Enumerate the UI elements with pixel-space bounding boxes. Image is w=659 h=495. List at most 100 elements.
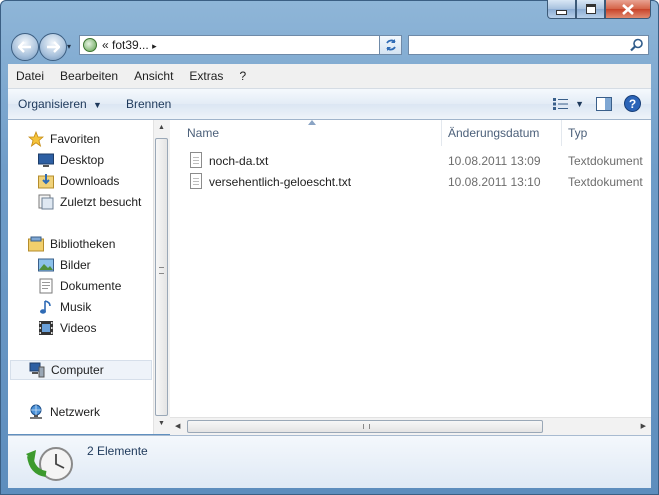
nav-recent[interactable]: Zuletzt besucht xyxy=(38,192,141,212)
back-arrow-icon xyxy=(18,41,31,53)
address-path[interactable]: « fot39... ▸ xyxy=(102,38,157,52)
nav-videos[interactable]: Videos xyxy=(38,318,96,338)
nav-network-label: Netzwerk xyxy=(50,405,101,419)
nav-computer[interactable]: Computer xyxy=(10,360,152,380)
star-icon xyxy=(27,130,45,147)
organize-button[interactable]: Organisieren ▼ xyxy=(8,97,111,111)
computer-icon xyxy=(29,362,45,378)
pictures-icon xyxy=(38,257,54,273)
navigation-pane: Favoriten Desktop Downloads Zuletzt besu… xyxy=(8,120,153,434)
nav-desktop-label: Desktop xyxy=(60,153,105,167)
caption-buttons xyxy=(547,0,651,20)
file-list: Name Änderungsdatum Typ noch-da.txt 10.0… xyxy=(170,120,651,434)
address-crumb[interactable]: fot39... xyxy=(112,38,149,52)
svg-text:?: ? xyxy=(629,97,636,111)
minimize-button[interactable] xyxy=(547,0,576,19)
burn-button[interactable]: Brennen xyxy=(117,97,180,111)
menu-ansicht[interactable]: Ansicht xyxy=(126,69,181,83)
back-button[interactable] xyxy=(11,33,39,61)
nav-libraries-label: Bibliotheken xyxy=(50,237,116,251)
library-icon xyxy=(28,236,44,252)
file-row[interactable]: noch-da.txt 10.08.2011 13:09 Textdokumen… xyxy=(187,151,647,171)
search-input[interactable] xyxy=(412,37,626,55)
file-list-horizontal-scrollbar[interactable]: ◀ ▶ xyxy=(170,417,651,435)
nav-favorites[interactable]: Favoriten xyxy=(27,129,101,149)
column-separator[interactable] xyxy=(561,120,562,146)
column-header-name[interactable]: Name xyxy=(187,120,219,146)
sort-ascending-icon xyxy=(308,120,316,125)
nav-documents[interactable]: Dokumente xyxy=(38,276,121,296)
maximize-button[interactable] xyxy=(576,0,605,19)
search-box[interactable] xyxy=(408,35,649,55)
explorer-window: ▾ « fot39... ▸ ▼ Datei Bearbeiten Ansich… xyxy=(0,0,659,495)
file-name: versehentlich-geloescht.txt xyxy=(209,175,352,189)
forward-arrow-icon xyxy=(47,41,60,53)
horizontal-scroll-thumb[interactable] xyxy=(187,420,543,433)
refresh-button[interactable] xyxy=(379,35,402,55)
column-header-date[interactable]: Änderungsdatum xyxy=(448,120,539,146)
scroll-right-icon[interactable]: ▶ xyxy=(641,422,646,430)
menu-datei[interactable]: Datei xyxy=(8,69,52,83)
nav-music-label: Musik xyxy=(60,300,92,314)
menu-help[interactable]: ? xyxy=(231,69,254,83)
maximize-icon xyxy=(585,4,596,14)
nav-desktop[interactable]: Desktop xyxy=(38,150,104,170)
nav-pictures-label: Bilder xyxy=(60,258,91,272)
menu-bar: Datei Bearbeiten Ansicht Extras ? xyxy=(8,64,651,89)
item-count: 2 Elemente xyxy=(87,444,148,458)
nav-favorites-label: Favoriten xyxy=(50,132,101,146)
scroll-left-icon[interactable]: ◀ xyxy=(175,422,180,430)
nav-videos-label: Videos xyxy=(60,321,97,335)
text-file-icon xyxy=(190,173,202,189)
nav-network[interactable]: Netzwerk xyxy=(28,402,100,422)
forward-button[interactable] xyxy=(39,33,67,61)
view-dropdown-icon[interactable]: ▼ xyxy=(575,99,584,109)
folder-location-icon xyxy=(83,38,97,52)
close-button[interactable] xyxy=(605,0,651,19)
nav-pictures[interactable]: Bilder xyxy=(38,255,91,275)
address-crumb-arrow[interactable]: ▸ xyxy=(152,41,157,51)
search-icon[interactable] xyxy=(630,38,644,52)
file-date: 10.08.2011 13:09 xyxy=(448,154,541,168)
navigation-scroll-thumb[interactable] xyxy=(155,138,168,416)
network-icon xyxy=(28,404,44,420)
nav-documents-label: Dokumente xyxy=(60,279,122,293)
file-type: Textdokument xyxy=(568,154,643,168)
file-row[interactable]: versehentlich-geloescht.txt 10.08.2011 1… xyxy=(187,172,647,192)
nav-computer-label: Computer xyxy=(51,363,104,377)
close-icon xyxy=(622,3,634,15)
nav-recent-label: Zuletzt besucht xyxy=(60,195,142,209)
file-name: noch-da.txt xyxy=(209,154,269,168)
scroll-up-icon[interactable]: ▲ xyxy=(158,124,165,131)
text-file-icon xyxy=(190,152,202,168)
desktop-icon xyxy=(38,152,54,168)
view-controls: ▼ ? xyxy=(553,95,641,112)
nav-downloads[interactable]: Downloads xyxy=(38,171,119,191)
music-icon xyxy=(38,299,54,315)
nav-libraries[interactable]: Bibliotheken xyxy=(28,234,115,254)
column-header-type[interactable]: Typ xyxy=(568,120,587,146)
address-bar[interactable]: « fot39... ▸ ▼ xyxy=(79,35,399,55)
address-overflow-chevron[interactable]: « xyxy=(102,38,109,52)
change-view-button[interactable]: ▼ xyxy=(553,97,584,110)
details-pane: 2 Elemente xyxy=(8,435,651,488)
column-separator[interactable] xyxy=(441,120,442,146)
view-list-icon xyxy=(553,97,569,110)
file-type: Textdokument xyxy=(568,175,643,189)
recent-places-icon xyxy=(38,194,54,210)
organize-dropdown-icon: ▼ xyxy=(93,100,102,110)
menu-bearbeiten[interactable]: Bearbeiten xyxy=(52,69,126,83)
command-bar: Organisieren ▼ Brennen ▼ ? xyxy=(8,89,651,120)
scroll-down-icon[interactable]: ▼ xyxy=(158,420,165,427)
file-date: 10.08.2011 13:10 xyxy=(448,175,541,189)
help-icon[interactable]: ? xyxy=(624,95,641,112)
recent-pages-dropdown[interactable]: ▾ xyxy=(67,42,71,51)
organize-label: Organisieren xyxy=(18,97,87,111)
navigation-scrollbar[interactable]: ▲ ▼ xyxy=(153,120,170,434)
preview-pane-icon[interactable] xyxy=(596,96,612,111)
nav-music[interactable]: Musik xyxy=(38,297,91,317)
refresh-icon xyxy=(385,39,396,51)
nav-downloads-label: Downloads xyxy=(60,174,120,188)
menu-extras[interactable]: Extras xyxy=(181,69,231,83)
recent-clock-icon xyxy=(26,447,73,481)
